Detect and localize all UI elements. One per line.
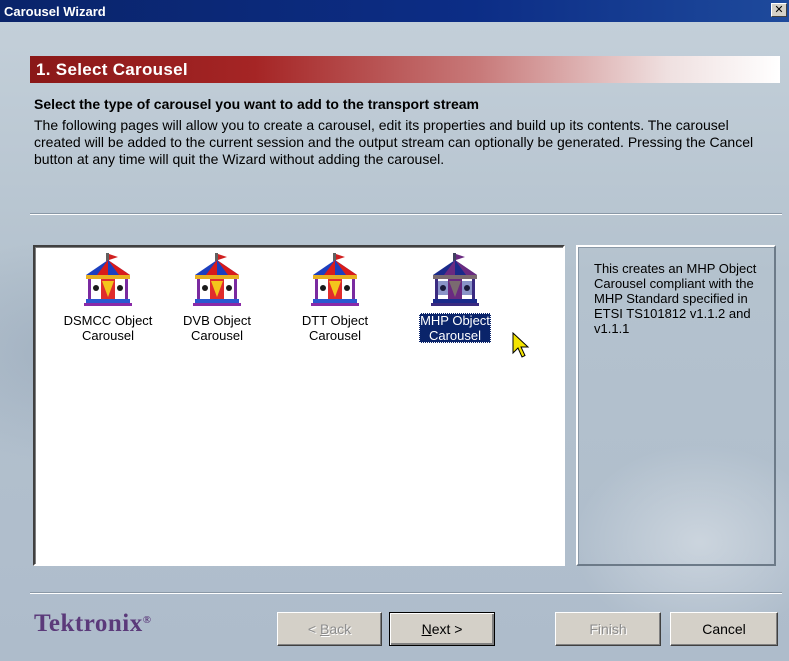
divider-bottom <box>30 592 782 594</box>
description-panel: This creates an MHP Object Carousel comp… <box>576 245 776 566</box>
finish-button[interactable]: Finish <box>555 612 661 646</box>
list-item-mhp-object-carousel[interactable]: MHP Object Carousel <box>400 253 510 343</box>
close-icon[interactable]: ✕ <box>771 3 787 17</box>
next-button[interactable]: Next > <box>389 612 495 646</box>
item-label: DVB Object Carousel <box>183 313 251 343</box>
tektronix-logo: Tektronix® <box>34 610 152 637</box>
item-label: DSMCC Object Carousel <box>63 313 153 343</box>
item-label: DTT Object Carousel <box>301 313 369 343</box>
description-text: This creates an MHP Object Carousel comp… <box>594 261 757 336</box>
list-item-dsmcc-object-carousel[interactable]: DSMCC Object Carousel <box>53 253 163 343</box>
list-item-dtt-object-carousel[interactable]: DTT Object Carousel <box>280 253 390 343</box>
intro-text: The following pages will allow you to cr… <box>34 117 754 167</box>
carousel-icon <box>431 253 479 306</box>
back-button[interactable]: < Back <box>277 612 382 646</box>
step-banner: 1. Select Carousel <box>30 56 780 83</box>
divider-top <box>30 213 782 215</box>
step-title: 1. Select Carousel <box>36 59 188 79</box>
carousel-wizard-window: Carousel Wizard ✕ 1. Select Carousel Sel… <box>0 0 789 661</box>
carousel-icon <box>84 253 132 306</box>
carousel-icon <box>193 253 241 306</box>
mouse-cursor-icon <box>512 332 530 358</box>
item-label: MHP Object Carousel <box>419 313 491 343</box>
list-item-dvb-object-carousel[interactable]: DVB Object Carousel <box>162 253 272 343</box>
carousel-icon <box>311 253 359 306</box>
cancel-button[interactable]: Cancel <box>670 612 778 646</box>
carousel-type-list[interactable]: DSMCC Object Carousel DVB Object Carouse… <box>33 245 565 566</box>
page-subtitle: Select the type of carousel you want to … <box>34 96 479 112</box>
window-title: Carousel Wizard <box>4 3 106 19</box>
title-bar: Carousel Wizard ✕ <box>0 0 789 22</box>
